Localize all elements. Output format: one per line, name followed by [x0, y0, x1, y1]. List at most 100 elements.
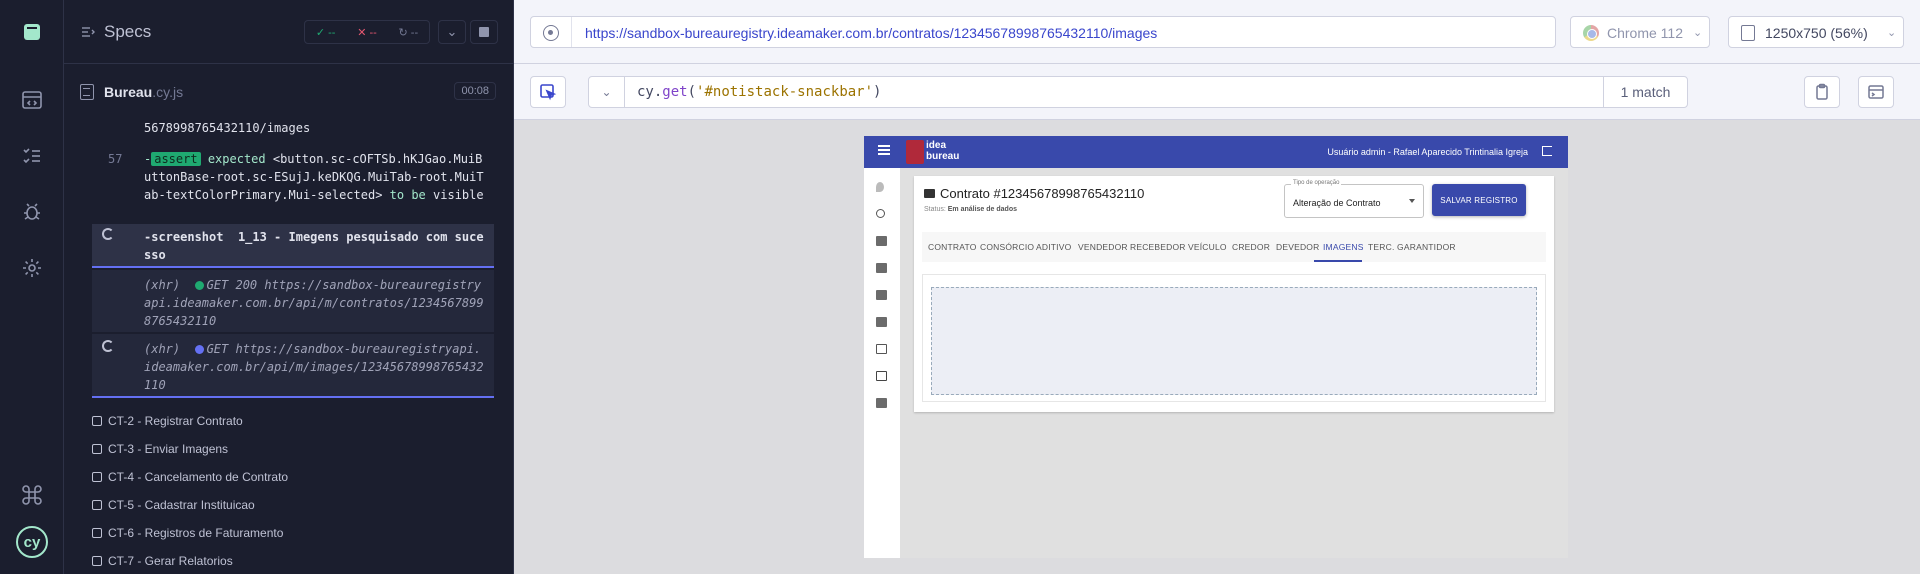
chevron-down-icon[interactable]: ⌄ — [589, 77, 625, 107]
stop-button[interactable] — [470, 20, 498, 44]
contract-title: Contrato #12345678998765432110 — [940, 186, 1145, 201]
tab-credor[interactable]: CREDOR — [1232, 242, 1270, 252]
tab-consorcio[interactable]: CONSÓRCIO — [980, 242, 1034, 252]
hamburger-menu-icon[interactable] — [878, 145, 890, 147]
test-status-icon — [92, 500, 102, 510]
list-icon[interactable] — [876, 344, 887, 354]
user-name: Usuário admin - Rafael Aparecido Trintin… — [1327, 147, 1528, 157]
operation-type-select[interactable]: Tipo de operação Alteração de Contrato — [1284, 180, 1424, 218]
app-frame: idea bureau Usuário admin - Rafael Aparec… — [864, 136, 1568, 558]
command-xhr-images[interactable]: (xhr) GET https://sandbox-bureauregistry… — [92, 334, 494, 398]
app-sidebar — [864, 168, 900, 558]
cypress-logo-icon: cy — [16, 526, 48, 558]
test-item[interactable]: CT-6 - Registros de Faturamento — [92, 524, 472, 544]
test-status-icon — [92, 528, 102, 538]
contract-card: Contrato #12345678998765432110 Status: E… — [914, 176, 1554, 412]
test-status-icon — [92, 444, 102, 454]
save-record-button[interactable]: SALVAR REGISTRO — [1432, 184, 1526, 216]
tab-vendedor[interactable]: VENDEDOR — [1078, 242, 1128, 252]
url-text: https://sandbox-bureauregistry.ideamaker… — [585, 25, 1158, 41]
logout-icon[interactable] — [1542, 146, 1552, 156]
image-off-icon[interactable] — [876, 290, 887, 300]
app-logo-icon[interactable] — [20, 20, 44, 44]
tab-imagens[interactable]: IMAGENS — [1323, 242, 1364, 252]
command-screenshot[interactable]: -screenshot 1_13 - Imegens pesquisado co… — [92, 224, 494, 268]
loading-spinner-icon — [102, 228, 114, 240]
command-assert[interactable]: 57 - assert expected <button.sc-cOFTSb.hK… — [92, 148, 494, 220]
viewport-selector[interactable]: 1250x750 (56%) ⌄ — [1728, 16, 1904, 48]
assert-badge: assert — [151, 152, 201, 166]
app-topbar: idea bureau Usuário admin - Rafael Aparec… — [864, 136, 1568, 168]
chevron-down-icon: ⌄ — [1693, 27, 1703, 39]
tab-terc-garantidor[interactable]: TERC. GARANTIDOR — [1368, 242, 1456, 252]
status-pending-dot-icon — [194, 345, 204, 354]
chevron-down-icon: ⌄ — [1887, 27, 1897, 39]
image-drop-zone[interactable] — [931, 287, 1537, 395]
viewport-icon — [1741, 25, 1755, 41]
spec-duration: 00:08 — [454, 82, 496, 100]
store-icon[interactable] — [876, 398, 887, 408]
loading-spinner-icon — [102, 340, 114, 352]
building-icon[interactable] — [876, 317, 887, 327]
pending-count: ↻ -- — [398, 26, 419, 39]
idea-bureau-logo — [906, 140, 924, 164]
document-icon — [80, 84, 94, 100]
test-status-icon — [92, 472, 102, 482]
selector-input[interactable]: ⌄ cy.get('#notistack-snackbar') 1 match — [588, 76, 1688, 108]
add-document-icon[interactable] — [876, 263, 887, 273]
command-url-tail[interactable]: 5678998765432110/images — [92, 118, 494, 138]
test-item[interactable]: CT-3 - Enviar Imagens — [92, 440, 472, 460]
tab-contrato[interactable]: CONTRATO — [928, 242, 977, 252]
chrome-icon — [1583, 25, 1599, 41]
selector-match-count: 1 match — [1603, 77, 1687, 107]
failed-count: ✕ -- — [357, 26, 377, 39]
copy-clipboard-button[interactable] — [1804, 76, 1840, 108]
location-icon[interactable] — [876, 182, 884, 192]
reporter-title: Specs — [104, 22, 152, 41]
test-stats: ✓ -- ✕ -- ↻ -- — [304, 20, 430, 44]
print-console-button[interactable] — [1858, 76, 1894, 108]
test-item[interactable]: CT-4 - Cancelamento de Contrato — [92, 468, 472, 488]
test-status-icon — [92, 556, 102, 566]
debug-icon[interactable] — [20, 200, 44, 224]
selector-code: cy.get('#notistack-snackbar') — [637, 84, 882, 100]
status-success-dot-icon — [194, 281, 204, 290]
tab-recebedor[interactable]: RECEBEDOR — [1130, 242, 1186, 252]
test-item[interactable]: CT-7 - Gerar Relatorios — [92, 552, 472, 572]
settings-gear-icon[interactable] — [20, 256, 44, 280]
reporter-panel: Specs ✓ -- ✕ -- ↻ -- ⌄ Bureau.cy.js 00:0… — [64, 0, 514, 574]
frame-icon[interactable] — [876, 371, 887, 381]
command-log: 5678998765432110/images 57 - assert expec… — [64, 118, 513, 574]
spec-file-row[interactable]: Bureau.cy.js 00:08 — [64, 74, 513, 110]
test-item[interactable]: CT-5 - Cadastrar Instituicao — [92, 496, 472, 516]
command-xhr-contratos[interactable]: (xhr) GET 200 https://sandbox-bureauregi… — [92, 270, 494, 332]
reporter-header: Specs ✓ -- ✕ -- ↻ -- ⌄ — [64, 0, 513, 64]
selected-tab-indicator — [1314, 260, 1362, 262]
specs-list-icon[interactable] — [80, 24, 96, 40]
folder-icon — [924, 189, 935, 198]
globe-icon — [543, 25, 559, 41]
tab-aditivo[interactable]: ADITIVO — [1036, 242, 1071, 252]
keyboard-shortcuts-icon[interactable] — [20, 483, 44, 507]
test-item[interactable]: CT-2 - Registrar Contrato — [92, 412, 472, 432]
test-status-icon — [92, 416, 102, 426]
browser-selector[interactable]: Chrome 112 ⌄ — [1570, 16, 1710, 48]
url-bar: https://sandbox-bureauregistry.ideamaker… — [514, 0, 1920, 64]
dropdown-arrow-icon — [1409, 199, 1415, 203]
selector-playground-bar: ⌄ cy.get('#notistack-snackbar') 1 match — [514, 64, 1920, 120]
folder-icon[interactable] — [876, 236, 887, 246]
contract-status: Status: Em análise de dados — [924, 206, 1017, 213]
logo-text: idea bureau — [926, 140, 960, 162]
tab-devedor[interactable]: DEVEDOR — [1276, 242, 1319, 252]
search-icon[interactable] — [876, 209, 885, 218]
url-field[interactable]: https://sandbox-bureauregistry.ideamaker… — [530, 16, 1556, 48]
runs-icon[interactable] — [20, 144, 44, 168]
spec-file-name: Bureau.cy.js — [104, 84, 184, 100]
browser-icon[interactable] — [20, 88, 44, 112]
tab-veiculo[interactable]: VEÍCULO — [1188, 242, 1227, 252]
chevron-down-icon[interactable]: ⌄ — [438, 20, 466, 44]
contract-tabs: CONTRATO CONSÓRCIO ADITIVO VENDEDOR RECE… — [922, 232, 1546, 262]
selector-target-button[interactable] — [530, 76, 566, 108]
nav-rail: cy — [0, 0, 64, 574]
passed-count: ✓ -- — [315, 26, 336, 39]
